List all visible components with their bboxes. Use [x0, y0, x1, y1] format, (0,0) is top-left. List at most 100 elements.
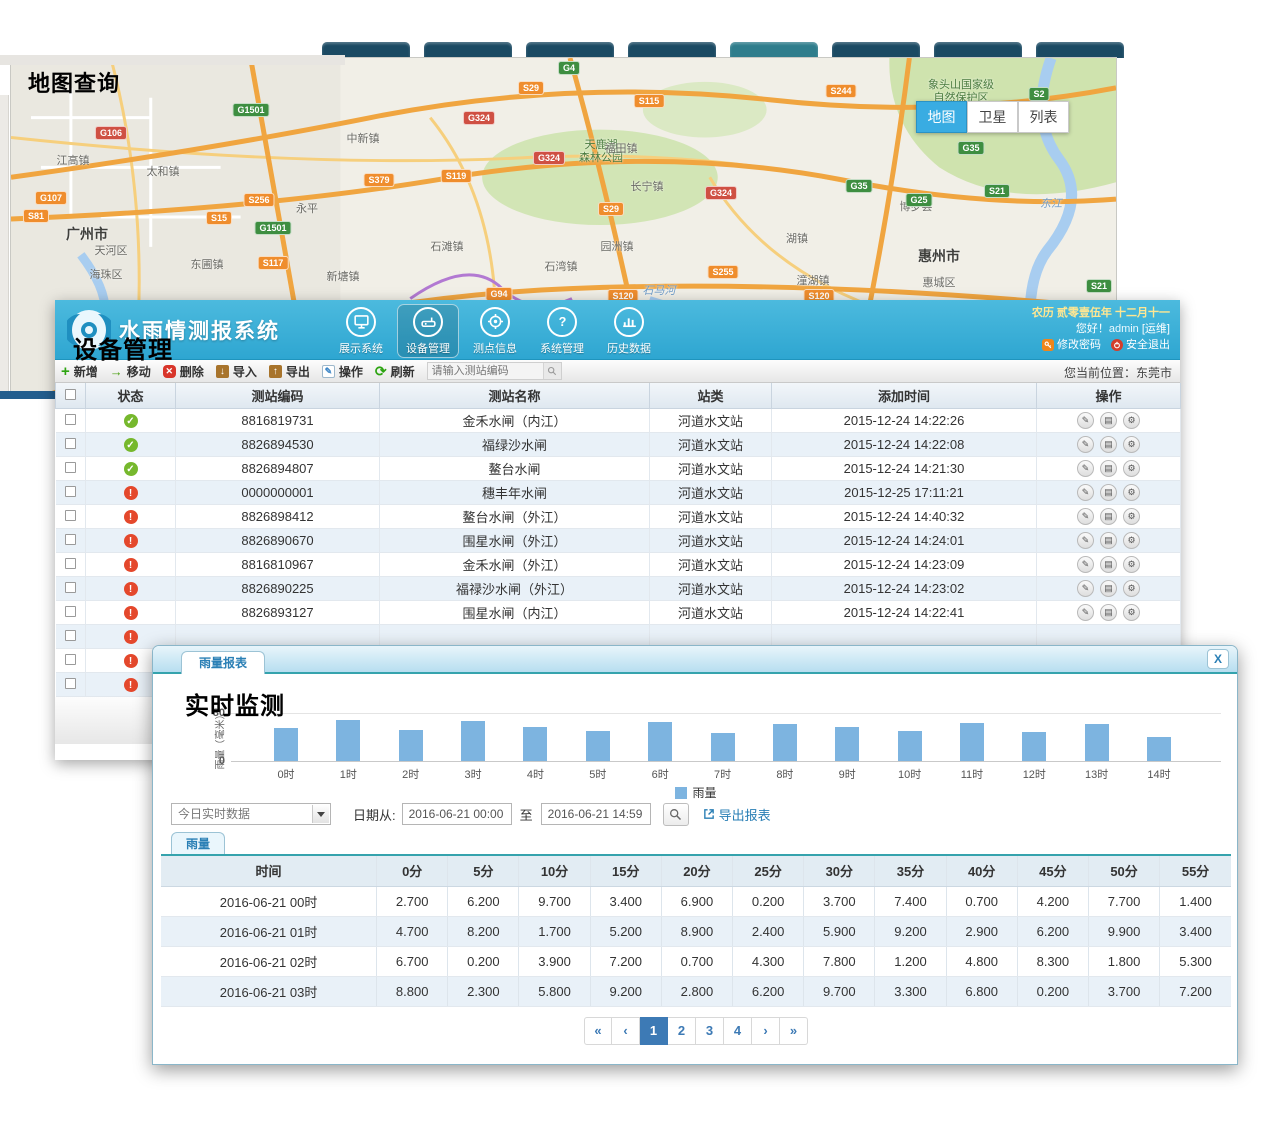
select-all-checkbox[interactable] — [65, 389, 76, 400]
rain-value: 1.700 — [519, 916, 590, 946]
settings-gear-icon[interactable]: ⚙ — [1123, 436, 1140, 453]
tab-rain-report[interactable]: 雨量报表 — [181, 651, 265, 674]
edit-icon[interactable]: ✎ — [1077, 484, 1094, 501]
edit-icon[interactable]: ✎ — [1077, 604, 1094, 621]
row-checkbox[interactable] — [65, 510, 76, 521]
delete-icon[interactable]: ▤ — [1100, 604, 1117, 621]
browser-tab[interactable] — [424, 42, 512, 58]
status-error-icon — [124, 606, 138, 620]
browser-tab[interactable] — [934, 42, 1022, 58]
settings-gear-icon[interactable]: ⚙ — [1123, 412, 1140, 429]
map-type-button[interactable]: 列表 — [1018, 101, 1069, 133]
station-name: 鳌台水闸 — [380, 456, 650, 480]
edit-icon[interactable]: ✎ — [1077, 556, 1094, 573]
add-button[interactable]: +新增 — [61, 363, 98, 380]
edit-icon[interactable]: ✎ — [1077, 532, 1094, 549]
row-checkbox[interactable] — [65, 630, 76, 641]
page-button[interactable]: 3 — [696, 1017, 724, 1045]
row-checkbox[interactable] — [65, 678, 76, 689]
delete-icon[interactable]: ▤ — [1100, 436, 1117, 453]
delete-icon[interactable]: ▤ — [1100, 460, 1117, 477]
close-icon[interactable]: X — [1207, 649, 1229, 669]
edit-icon[interactable]: ✎ — [1077, 580, 1094, 597]
date-from-input[interactable] — [402, 803, 512, 825]
nav-item-device[interactable]: 设备管理 — [397, 304, 459, 358]
search-icon[interactable] — [663, 803, 689, 826]
map-place-label: 石马河 — [643, 282, 676, 298]
logout-link[interactable]: 安全退出 — [1111, 337, 1170, 353]
export-report-link[interactable]: 导出报表 — [703, 805, 771, 824]
browser-tab[interactable] — [832, 42, 920, 58]
settings-gear-icon[interactable]: ⚙ — [1123, 604, 1140, 621]
delete-icon[interactable]: ▤ — [1100, 556, 1117, 573]
row-checkbox[interactable] — [65, 462, 76, 473]
page-nav-button[interactable]: » — [780, 1017, 808, 1045]
toolbar-button[interactable]: ✎操作 — [322, 363, 363, 380]
toolbar-button[interactable]: ↓导入 — [216, 363, 257, 380]
table-row: 8816819731金禾水闸（内江）河道水文站2015-12-24 14:22:… — [56, 408, 1181, 432]
tab-rain-data[interactable]: 雨量 — [171, 832, 225, 854]
change-password-link[interactable]: 修改密码 — [1042, 337, 1101, 353]
page-button[interactable]: 1 — [640, 1017, 668, 1045]
settings-gear-icon[interactable]: ⚙ — [1123, 460, 1140, 477]
edit-icon[interactable]: ✎ — [1077, 460, 1094, 477]
toolbar-button[interactable]: ✕删除 — [163, 363, 204, 380]
page-button[interactable]: 2 — [668, 1017, 696, 1045]
edit-icon[interactable]: ✎ — [1077, 412, 1094, 429]
page-nav-button[interactable]: ‹ — [612, 1017, 640, 1045]
browser-tab[interactable] — [526, 42, 614, 58]
station-code: 8826890225 — [176, 576, 380, 600]
toolbar-button[interactable]: ⟳刷新 — [375, 363, 415, 380]
search-icon[interactable] — [543, 363, 561, 379]
import-icon: ↓ — [216, 365, 229, 378]
table-row: 8826890670围星水闸（外江）河道水文站2015-12-24 14:24:… — [56, 528, 1181, 552]
page-nav-button[interactable]: › — [752, 1017, 780, 1045]
nav-item-monitor[interactable]: 展示系统 — [330, 304, 392, 358]
row-checkbox[interactable] — [65, 534, 76, 545]
row-checkbox[interactable] — [65, 654, 76, 665]
nav-item-chart[interactable]: 历史数据 — [598, 304, 660, 358]
nav-item-target[interactable]: 测点信息 — [464, 304, 526, 358]
edit-icon[interactable]: ✎ — [1077, 436, 1094, 453]
row-checkbox[interactable] — [65, 438, 76, 449]
settings-gear-icon[interactable]: ⚙ — [1123, 508, 1140, 525]
status-error-icon — [124, 582, 138, 596]
toolbar-button[interactable]: →移动 — [110, 363, 151, 380]
row-checkbox[interactable] — [65, 558, 76, 569]
rain-value: 2.400 — [733, 916, 804, 946]
row-checkbox[interactable] — [65, 582, 76, 593]
browser-tab[interactable] — [1036, 42, 1124, 58]
nav-item-question[interactable]: ?系统管理 — [531, 304, 593, 358]
browser-tab[interactable] — [628, 42, 716, 58]
x-tick-label: 6时 — [652, 766, 669, 782]
settings-gear-icon[interactable]: ⚙ — [1123, 532, 1140, 549]
station-name: 围星水闸（外江） — [380, 528, 650, 552]
settings-gear-icon[interactable]: ⚙ — [1123, 484, 1140, 501]
station-code: 8826894807 — [176, 456, 380, 480]
edit-icon[interactable]: ✎ — [1077, 508, 1094, 525]
browser-tab[interactable] — [730, 42, 818, 58]
row-checkbox[interactable] — [65, 606, 76, 617]
delete-icon[interactable]: ▤ — [1100, 412, 1117, 429]
settings-gear-icon[interactable]: ⚙ — [1123, 580, 1140, 597]
map-type-button[interactable]: 地图 — [916, 101, 967, 133]
page-nav-button[interactable]: « — [584, 1017, 612, 1045]
row-checkbox[interactable] — [65, 414, 76, 425]
delete-icon[interactable]: ▤ — [1100, 484, 1117, 501]
toolbar-button[interactable]: ↑导出 — [269, 363, 310, 380]
rain-value: 4.300 — [733, 946, 804, 976]
date-to-input[interactable] — [541, 803, 651, 825]
map-type-button[interactable]: 卫星 — [967, 101, 1018, 133]
preset-dropdown[interactable]: 今日实时数据 — [171, 803, 331, 825]
road-badge: G324 — [533, 151, 565, 165]
settings-gear-icon[interactable]: ⚙ — [1123, 556, 1140, 573]
table-row: 8826890225福禄沙水闸（外江）河道水文站2015-12-24 14:23… — [56, 576, 1181, 600]
gridline — [231, 713, 1221, 714]
date-to-label: 至 — [520, 805, 533, 824]
delete-icon[interactable]: ▤ — [1100, 580, 1117, 597]
delete-icon[interactable]: ▤ — [1100, 532, 1117, 549]
delete-icon[interactable]: ▤ — [1100, 508, 1117, 525]
row-checkbox[interactable] — [65, 486, 76, 497]
page-button[interactable]: 4 — [724, 1017, 752, 1045]
station-search-input[interactable] — [428, 363, 543, 379]
